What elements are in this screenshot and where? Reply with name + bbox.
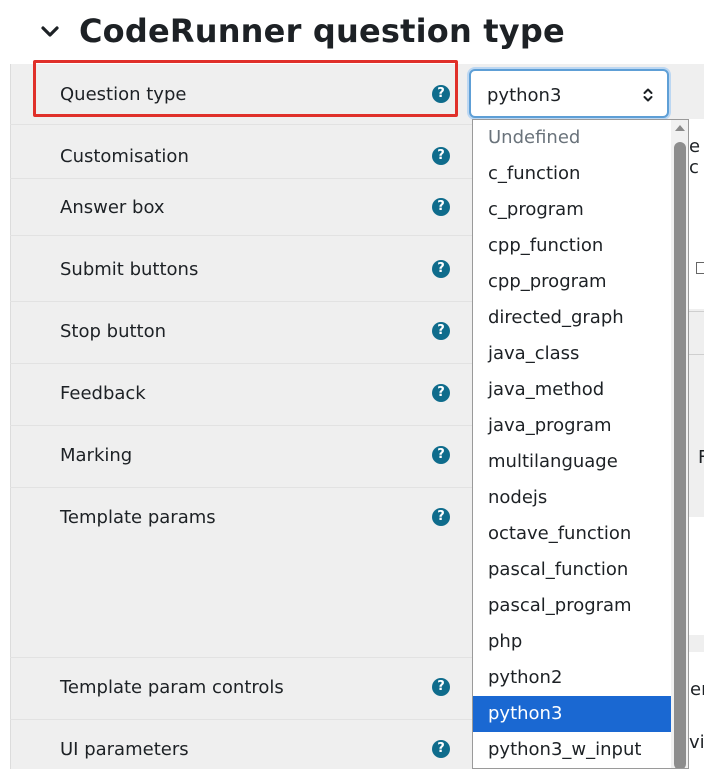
divider	[689, 354, 704, 355]
scroll-thumb[interactable]	[674, 142, 686, 768]
row-marking: Marking ?	[10, 425, 472, 488]
dropdown-option[interactable]: c_program	[473, 192, 671, 228]
dropdown-option: Undefined	[488, 127, 581, 148]
select-caret-icon	[643, 88, 653, 102]
dropdown-option[interactable]: python3_w_input	[473, 732, 671, 768]
dropdown-option[interactable]: directed_graph	[473, 300, 671, 336]
question-circle-icon[interactable]: ?	[432, 322, 450, 340]
peek-checkbox[interactable]	[696, 262, 704, 274]
row-template-params: Template params ?	[10, 487, 472, 658]
dropdown-option[interactable]: java_program	[473, 408, 671, 444]
row-label: Template param controls	[60, 677, 284, 698]
question-circle-icon[interactable]: ?	[432, 384, 450, 402]
peek-text-en: er	[690, 679, 704, 700]
question-type-highlight	[33, 60, 458, 117]
dropdown-option[interactable]: nodejs	[473, 480, 671, 516]
dropdown-option[interactable]: python2	[473, 660, 671, 696]
row-label: Submit buttons	[60, 259, 199, 280]
question-circle-icon[interactable]: ?	[432, 740, 450, 758]
question-circle-icon[interactable]: ?	[432, 260, 450, 278]
question-type-select[interactable]: python3	[469, 69, 669, 118]
dropdown-option[interactable]: java_class	[473, 336, 671, 372]
question-circle-icon[interactable]: ?	[432, 147, 450, 165]
row-submit-buttons: Submit buttons ?	[10, 235, 472, 302]
section-header: CodeRunner question type	[0, 0, 704, 64]
row-stop-button: Stop button ?	[10, 301, 472, 364]
row-template-param-controls: Template param controls ?	[10, 657, 472, 720]
divider	[689, 311, 704, 312]
row-label: UI parameters	[60, 739, 189, 760]
dropdown-option[interactable]: pascal_function	[473, 552, 671, 588]
row-answer-box: Answer box ?	[10, 178, 472, 236]
dropdown-option[interactable]: multilanguage	[473, 444, 671, 480]
peek-area-mid	[689, 517, 704, 635]
row-feedback: Feedback ?	[10, 363, 472, 426]
peek-text-f: F	[698, 447, 704, 468]
dropdown-option[interactable]: octave_function	[473, 516, 671, 552]
dropdown-option[interactable]: cpp_function	[473, 228, 671, 264]
question-circle-icon[interactable]: ?	[432, 508, 450, 526]
question-type-dropdown[interactable]: Undefined c_function c_program cpp_funct…	[472, 119, 689, 769]
dropdown-option[interactable]: c_function	[473, 156, 671, 192]
peek-text-ec: e c	[689, 136, 701, 178]
select-value: python3	[487, 85, 562, 106]
dropdown-option[interactable]: java_method	[473, 372, 671, 408]
section-title: CodeRunner question type	[79, 12, 565, 50]
question-circle-icon[interactable]: ?	[432, 446, 450, 464]
dropdown-scrollbar[interactable]	[671, 120, 688, 768]
row-label: Stop button	[60, 321, 167, 342]
row-ui-parameters: UI parameters ?	[10, 719, 472, 769]
dropdown-option[interactable]: php	[473, 624, 671, 660]
row-label: Marking	[60, 445, 133, 466]
dropdown-option[interactable]: pascal_program	[473, 588, 671, 624]
row-label: Customisation	[60, 146, 189, 167]
row-label: Feedback	[60, 383, 146, 404]
dropdown-option-selected[interactable]: python3	[473, 696, 671, 732]
scroll-up-arrow-icon[interactable]	[675, 125, 685, 131]
row-customisation: Customisation ?	[10, 124, 472, 179]
question-circle-icon[interactable]: ?	[432, 198, 450, 216]
chevron-down-icon[interactable]	[40, 22, 60, 42]
question-circle-icon[interactable]: ?	[432, 678, 450, 696]
peek-text-vi: vi	[689, 732, 704, 753]
row-label: Answer box	[60, 197, 165, 218]
dropdown-option[interactable]: cpp_program	[473, 264, 671, 300]
row-label: Template params	[60, 507, 216, 528]
